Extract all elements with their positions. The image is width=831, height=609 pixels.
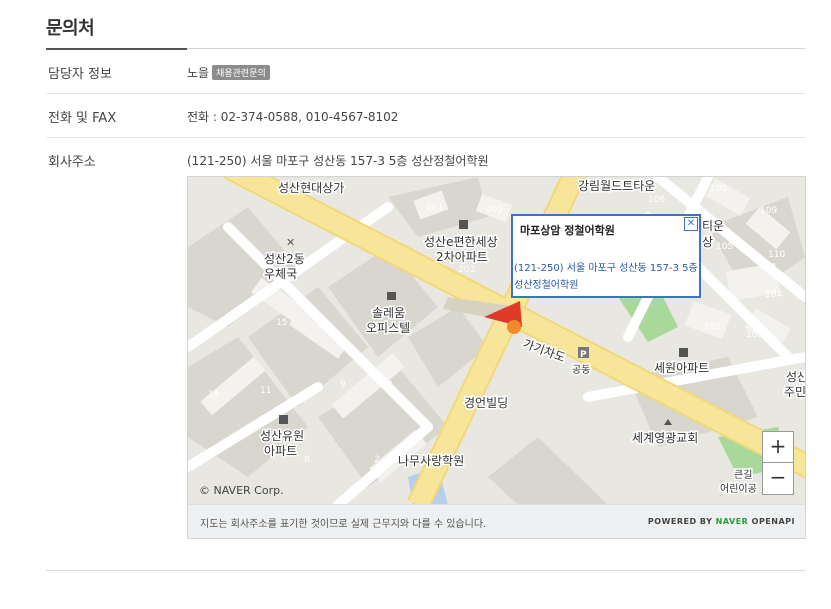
svg-text:티운: 티운 xyxy=(702,219,724,233)
svg-text:109: 109 xyxy=(760,206,777,216)
address-label: 회사주소 xyxy=(48,155,96,170)
svg-text:어린이공: 어린이공 xyxy=(720,483,757,495)
popup-address: (121-250) 서울 마포구 성산동 157-3 5층 성산정철어학원 xyxy=(514,263,698,291)
svg-text:나무사랑학원: 나무사랑학원 xyxy=(398,454,464,468)
svg-text:강림월드트타운: 강림월드트타운 xyxy=(578,179,655,193)
svg-text:경언빌딩: 경언빌딩 xyxy=(464,396,508,410)
phone-value: 전화 : 02-374-0588, 010-4567-8102 xyxy=(187,110,399,124)
svg-text:106: 106 xyxy=(648,195,665,205)
close-icon[interactable]: ✕ xyxy=(684,217,698,231)
svg-text:공동: 공동 xyxy=(572,364,590,376)
svg-text:아파트: 아파트 xyxy=(264,444,297,458)
svg-text:P: P xyxy=(580,350,587,360)
svg-text:1: 1 xyxy=(388,380,394,390)
svg-text:110: 110 xyxy=(768,250,785,260)
map-copyright: © NAVER Corp. xyxy=(199,484,284,497)
svg-text:8: 8 xyxy=(304,455,310,465)
map-canvas[interactable]: ✕ P 201 202 203 106 108 109 110 104 105 … xyxy=(188,177,805,505)
zoom-in-button[interactable]: + xyxy=(763,432,793,463)
svg-text:성산: 성산 xyxy=(786,370,805,384)
svg-text:9: 9 xyxy=(340,380,346,390)
map-disclaimer: 지도는 회사주소를 표기한 것이므로 실제 근무지와 다를 수 있습니다. xyxy=(200,519,487,530)
svg-text:104: 104 xyxy=(765,290,782,300)
svg-text:11: 11 xyxy=(260,386,271,396)
manager-name: 노을 xyxy=(187,66,210,80)
zoom-out-button[interactable]: − xyxy=(763,463,793,494)
title-divider-accent xyxy=(46,48,187,50)
svg-text:14: 14 xyxy=(208,390,220,400)
svg-text:10: 10 xyxy=(318,320,330,330)
powered-by-logo[interactable]: POWERED BY NAVER OPENAPI xyxy=(648,517,795,526)
svg-text:세계영광교회: 세계영광교회 xyxy=(632,431,698,445)
svg-text:오피스텔: 오피스텔 xyxy=(366,321,410,335)
svg-text:✕: ✕ xyxy=(286,236,295,249)
svg-text:2: 2 xyxy=(374,455,380,465)
openapi-logo: OPENAPI xyxy=(751,517,795,526)
manager-label: 담당자 정보 xyxy=(48,67,112,82)
powered-by-text: POWERED BY xyxy=(647,517,713,526)
svg-text:주민: 주민 xyxy=(784,385,805,399)
svg-text:201: 201 xyxy=(426,203,443,213)
svg-text:15: 15 xyxy=(276,318,287,328)
inquiry-badge: 채용관련문의 xyxy=(212,65,270,80)
row-divider xyxy=(46,137,805,138)
svg-text:103: 103 xyxy=(746,330,763,340)
svg-text:102: 102 xyxy=(704,322,721,332)
svg-text:성산유원: 성산유원 xyxy=(260,429,304,443)
map-footer: 지도는 회사주소를 표기한 것이므로 실제 근무지와 다를 수 있습니다. PO… xyxy=(188,504,805,538)
section-bottom-divider xyxy=(46,570,805,571)
svg-text:202: 202 xyxy=(486,205,503,215)
naver-logo: NAVER xyxy=(715,517,749,526)
svg-text:성산e편한세상: 성산e편한세상 xyxy=(424,235,498,249)
phone-label: 전화 및 FAX xyxy=(48,111,117,126)
svg-text:상: 상 xyxy=(702,235,713,249)
svg-text:세원아파트: 세원아파트 xyxy=(654,361,709,375)
svg-text:105: 105 xyxy=(716,242,733,252)
svg-text:203: 203 xyxy=(458,265,475,275)
svg-text:큰길: 큰길 xyxy=(734,468,752,481)
svg-text:성산2동: 성산2동 xyxy=(264,252,305,266)
row-divider xyxy=(46,93,805,94)
section-title: 문의처 xyxy=(46,18,95,39)
svg-text:2차아파트: 2차아파트 xyxy=(436,250,488,264)
location-map[interactable]: ✕ P 201 202 203 106 108 109 110 104 105 … xyxy=(187,176,806,539)
svg-text:우체국: 우체국 xyxy=(264,267,297,281)
svg-text:108: 108 xyxy=(710,184,727,194)
svg-text:솔레움: 솔레움 xyxy=(372,306,405,320)
popup-title: 마포상암 정철어학원 xyxy=(520,224,615,237)
location-info-popup: 마포상암 정철어학원 (121-250) 서울 마포구 성산동 157-3 5층… xyxy=(511,214,701,298)
svg-text:성산현대상가: 성산현대상가 xyxy=(278,181,344,195)
manager-value: 노을 채용관련문의 xyxy=(187,64,270,81)
zoom-control: + − xyxy=(762,431,794,495)
address-value: (121-250) 서울 마포구 성산동 157-3 5층 성산정철어학원 xyxy=(187,154,489,168)
